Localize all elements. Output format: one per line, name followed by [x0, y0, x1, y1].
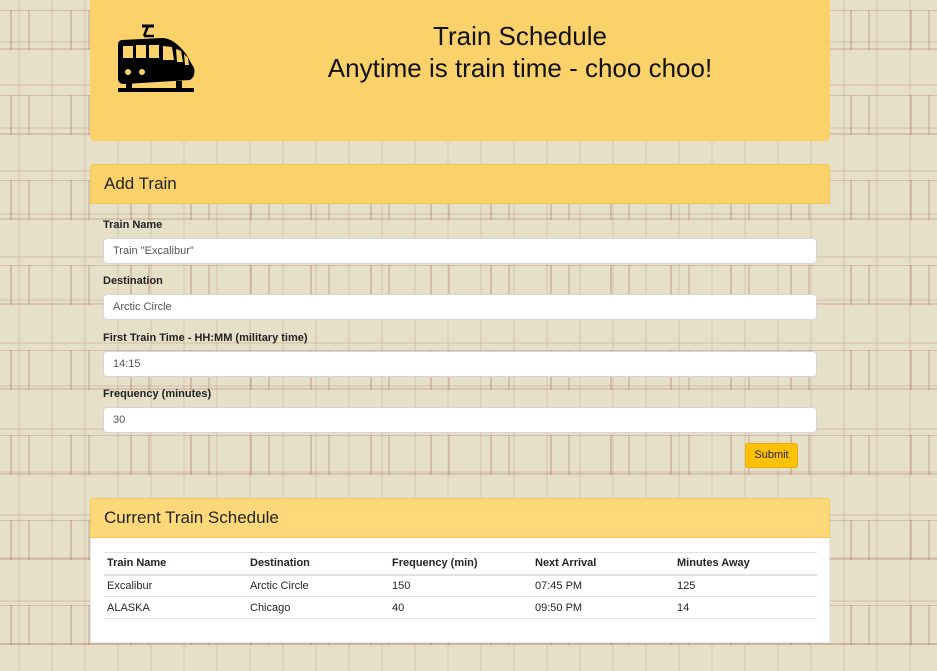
table-row: ALASKA Chicago 40 09:50 PM 14	[104, 596, 817, 619]
cell-destination: Arctic Circle	[247, 574, 389, 597]
first-train-time-label: First Train Time - HH:MM (military time)	[103, 332, 308, 344]
table-row: Excalibur Arctic Circle 150 07:45 PM 125	[104, 574, 817, 597]
schedule-header: Current Train Schedule	[90, 498, 830, 538]
frequency-input[interactable]: 30	[103, 407, 817, 433]
cell-frequency: 150	[389, 574, 532, 597]
table-header-row: Train Name Destination Frequency (min) N…	[104, 552, 817, 576]
cell-destination: Chicago	[247, 596, 389, 619]
cell-train-name: Excalibur	[104, 574, 247, 597]
submit-button[interactable]: Submit	[745, 443, 798, 468]
page-header: Train Schedule Anytime is train time - c…	[90, 0, 830, 141]
page-title: Train Schedule	[433, 21, 607, 51]
schedule-card: Train Name Destination Frequency (min) N…	[90, 538, 830, 643]
cell-next-arrival: 09:50 PM	[532, 596, 674, 619]
frequency-label: Frequency (minutes)	[103, 388, 212, 400]
train-name-label: Train Name	[103, 219, 163, 231]
schedule-heading: Current Train Schedule	[104, 508, 279, 527]
first-train-time-input[interactable]: 14:15	[103, 351, 817, 377]
col-train-name: Train Name	[104, 552, 247, 576]
cell-frequency: 40	[389, 596, 532, 619]
cell-minutes-away: 125	[674, 574, 817, 597]
cell-minutes-away: 14	[674, 596, 817, 619]
train-name-input[interactable]: Train "Excalibur"	[103, 238, 817, 264]
cell-next-arrival: 07:45 PM	[532, 574, 674, 597]
col-destination: Destination	[247, 552, 389, 576]
col-next-arrival: Next Arrival	[532, 552, 674, 576]
add-train-heading: Add Train	[104, 174, 177, 193]
destination-input[interactable]: Arctic Circle	[103, 294, 817, 320]
destination-label: Destination	[103, 275, 163, 287]
cell-train-name: ALASKA	[104, 596, 247, 619]
schedule-table: Train Name Destination Frequency (min) N…	[104, 552, 817, 619]
train-icon	[114, 24, 198, 98]
col-minutes-away: Minutes Away	[674, 552, 817, 576]
col-frequency: Frequency (min)	[389, 552, 532, 576]
add-train-header: Add Train	[90, 164, 830, 204]
page-subtitle: Anytime is train time - choo choo!	[327, 53, 713, 83]
